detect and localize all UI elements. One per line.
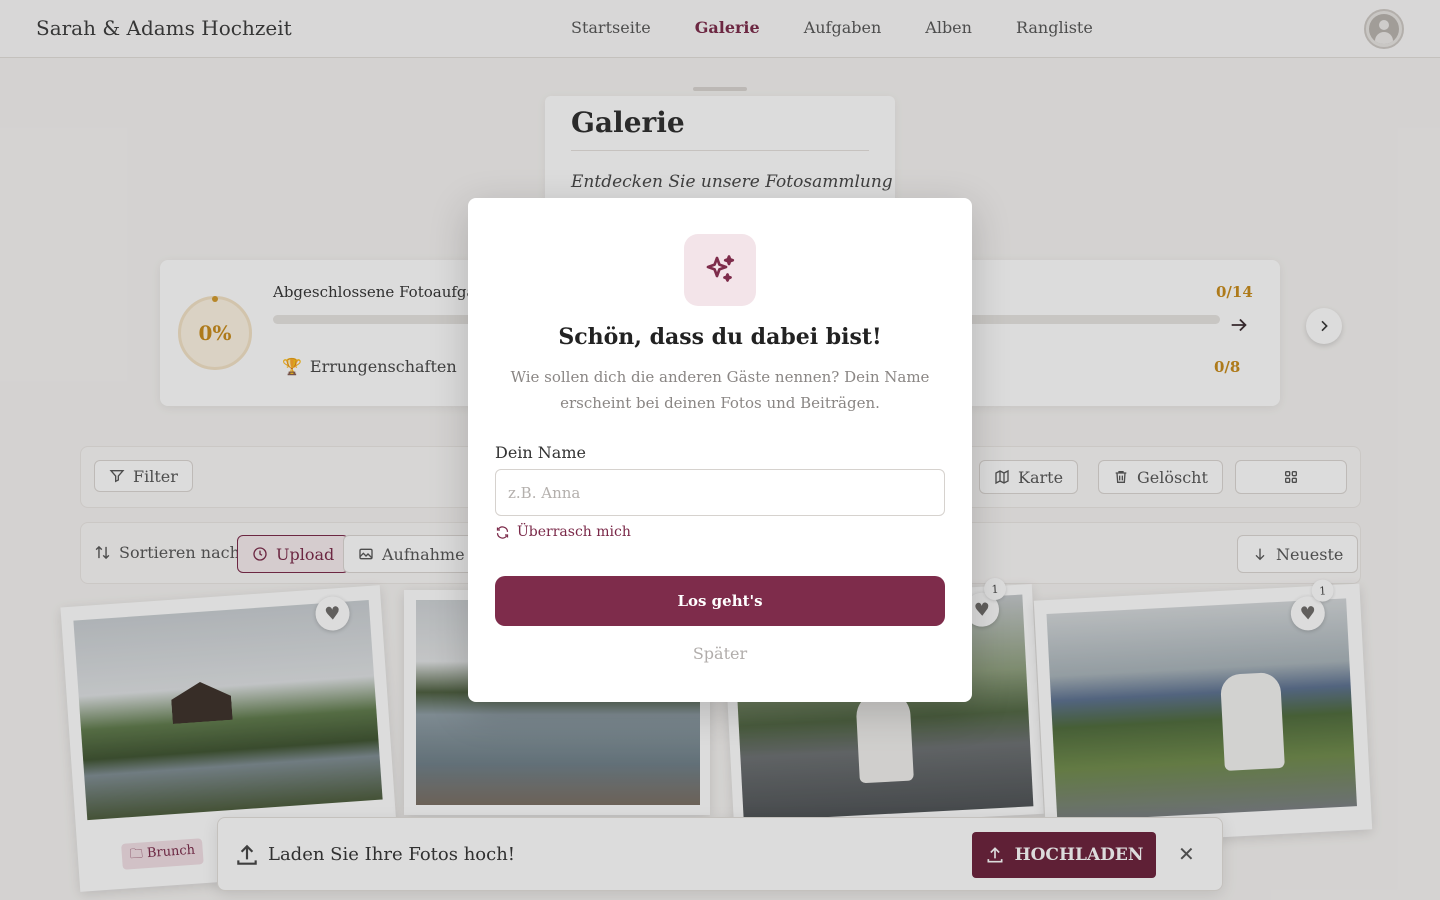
dialog-description: Wie sollen dich die anderen Gäste nennen… bbox=[510, 368, 930, 412]
surprise-me-label: Überrasch mich bbox=[517, 524, 631, 540]
sparkles-icon bbox=[684, 234, 756, 306]
name-input[interactable] bbox=[495, 469, 945, 516]
lets-go-button[interactable]: Los geht's bbox=[495, 576, 945, 626]
dialog-title: Schön, dass du dabei bist! bbox=[558, 324, 882, 350]
name-field-label: Dein Name bbox=[495, 443, 586, 462]
later-link[interactable]: Später bbox=[468, 644, 972, 663]
welcome-name-dialog: Schön, dass du dabei bist! Wie sollen di… bbox=[468, 198, 972, 702]
surprise-me-link[interactable]: Überrasch mich bbox=[495, 524, 631, 540]
refresh-icon bbox=[496, 525, 509, 539]
